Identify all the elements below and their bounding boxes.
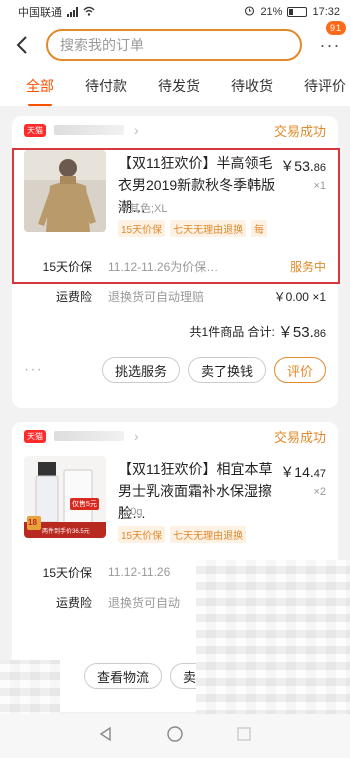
order-total: 共1件商品 合计: ￥53.86 [12,314,338,348]
product-tags: 15天价保 七天无理由退换 每 [118,220,268,237]
privacy-mosaic [0,660,60,720]
price-protect-row[interactable]: 15天价保 11.12-11.26为价保… 服务中 [12,254,338,278]
product-tags: 15天价保 七天无理由退换 [118,526,247,543]
view-logistics-button[interactable]: 查看物流 [84,663,163,689]
thumb-promo-caption: 两件到手价36.5元 [42,529,90,535]
more-dots-icon: ··· [319,34,341,55]
top-bar: 搜索我的订单 ··· 91 [0,21,350,66]
resell-button[interactable]: 卖了换钱 [187,357,266,383]
shop-row[interactable]: 天猫 › 交易成功 [12,116,338,144]
thumb-promo-price: 18 [28,518,37,527]
tmall-badge: 天猫 [24,429,46,443]
tag-price-protect: 15天价保 [118,526,166,543]
product-image-lotion: 仅售5元 18 两件到手价36.5元 [24,456,106,538]
service-desc: 11.12-11.26为价保… [108,259,219,274]
alarm-icon [244,5,255,19]
product-sku: 卡其色;XL [118,203,168,215]
chevron-right-icon: › [134,428,139,444]
battery-percent: 21% [260,6,283,18]
shipping-insurance-row: 运费险 退换货可自动理赔 ￥0.00 ×1 [12,284,338,308]
service-name: 15天价保 [42,259,92,274]
select-service-button[interactable]: 挑选服务 [101,357,180,383]
signal-icon [67,7,78,17]
chevron-left-icon [16,36,27,54]
fee-name: 运费险 [55,289,92,304]
chevron-right-icon: › [134,122,139,138]
more-button[interactable]: ··· 91 [318,21,346,60]
order-status: 交易成功 [273,123,326,139]
fee-name: 运费险 [55,595,92,610]
home-nav-icon[interactable] [166,725,184,748]
product-price: ￥53.86 [280,158,326,174]
total-amount: ￥53.86 [277,323,326,341]
tag-7day-return: 七天无理由退换 [170,526,247,543]
shop-name-redacted [54,431,124,441]
clock: 17:32 [312,6,340,18]
order-item[interactable]: 【双11狂欢价】半高领毛衣男2019新款秋冬季韩版潮… 卡其色;XL 15天价保… [12,144,338,254]
tab-pending-payment[interactable]: 待付款 [85,72,127,100]
service-name: 15天价保 [42,565,92,580]
product-sku: 120g [118,506,143,518]
tab-all[interactable]: 全部 [26,72,54,106]
product-price: ￥14.47 [280,464,326,480]
product-image-sweater [24,150,106,232]
system-navigation-bar [0,714,350,758]
shop-row[interactable]: 天猫 › 交易成功 [12,422,338,450]
product-quantity: ×2 [313,486,326,498]
carrier-label: 中国联通 [18,7,62,19]
order-actions: ··· 挑选服务 卖了换钱 评价 [12,348,338,392]
order-item[interactable]: 仅售5元 18 两件到手价36.5元 【双11狂欢价】相宜本草男士乳液面霜补水保… [12,450,338,560]
more-actions-icon[interactable]: ··· [24,361,43,379]
fee-value: ￥0.00 ×1 [273,289,326,304]
back-nav-icon[interactable] [98,726,114,747]
tag-price-protect: 15天价保 [118,220,166,237]
order-search-input[interactable]: 搜索我的订单 [46,29,302,61]
order-status: 交易成功 [273,429,326,445]
status-bar: 中国联通 21% 17:32 [0,0,350,24]
thumb-promo-text: 仅售5元 [70,498,99,510]
battery-icon [287,7,308,17]
tab-pending-receipt[interactable]: 待收货 [231,72,273,100]
back-button[interactable] [10,30,34,60]
message-count-badge: 91 [325,21,346,35]
fee-desc: 退换货可自动理赔 [108,289,205,304]
order-tabs: 全部 待付款 待发货 待收货 待评价 [0,66,350,106]
tag-more: 每 [251,220,268,237]
wifi-icon [83,6,95,19]
recents-nav-icon[interactable] [236,726,252,747]
tmall-badge: 天猫 [24,123,46,137]
tab-pending-shipment[interactable]: 待发货 [158,72,200,100]
service-status: 服务中 [289,259,326,274]
search-placeholder: 搜索我的订单 [60,37,144,53]
total-label: 共1件商品 合计: [189,324,275,339]
review-button[interactable]: 评价 [273,357,326,383]
order-card: 天猫 › 交易成功 【双11狂欢价】半高领毛衣男2019新款秋冬季韩版潮… 卡其… [12,116,338,408]
tab-pending-review[interactable]: 待评价 [304,72,346,100]
product-quantity: ×1 [313,180,326,192]
shop-name-redacted [54,125,124,135]
tag-7day-return: 七天无理由退换 [170,220,247,237]
